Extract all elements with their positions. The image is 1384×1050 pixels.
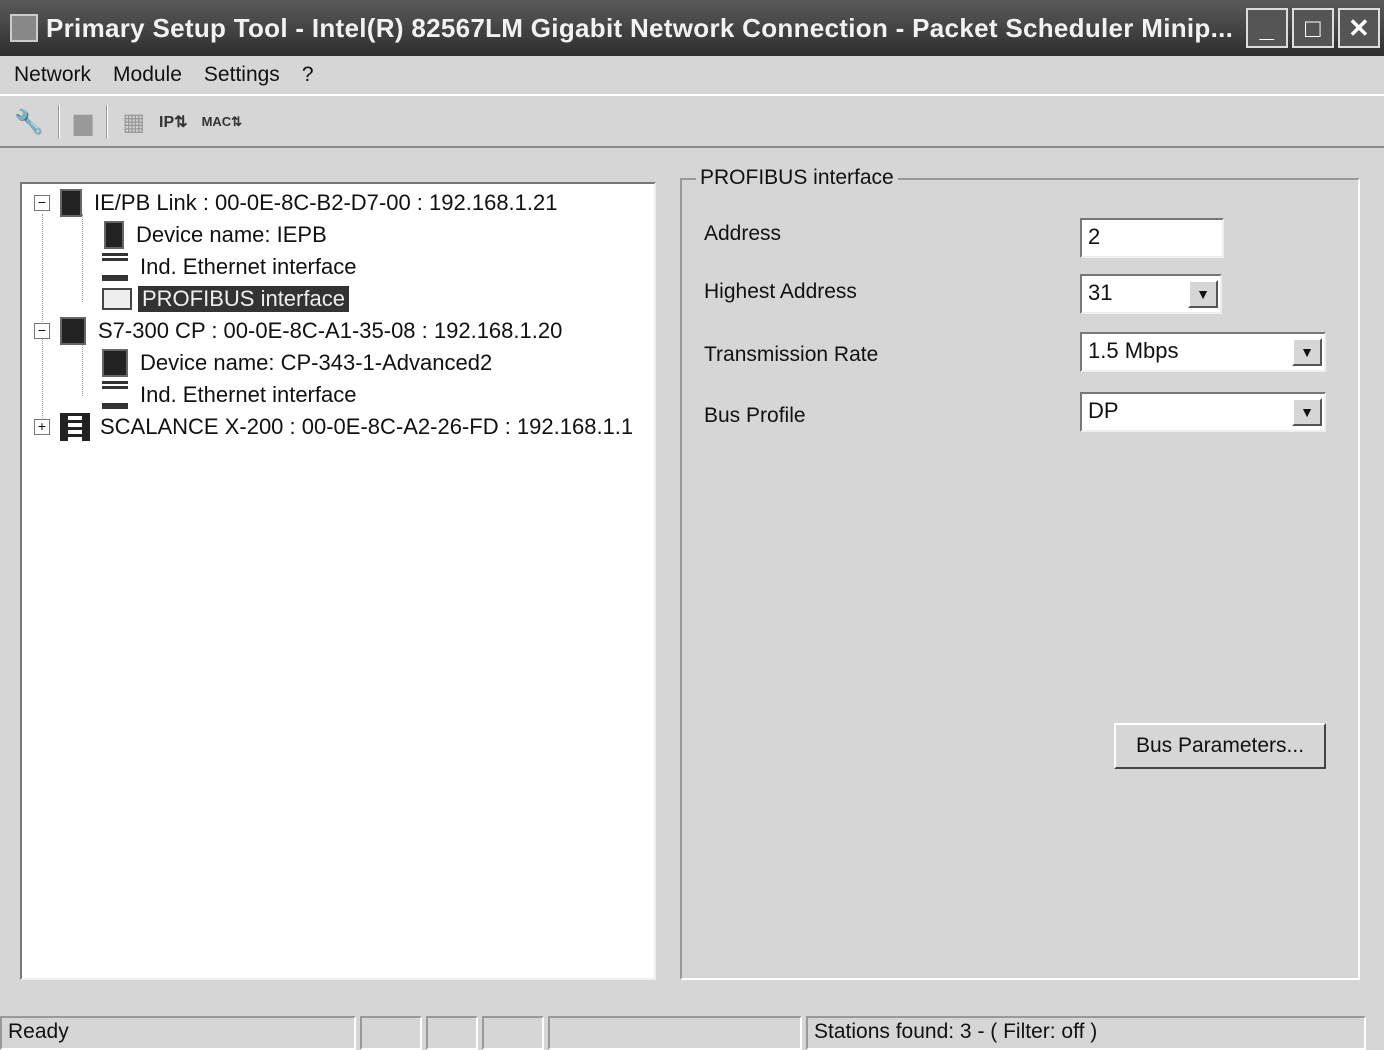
device-icon [102,349,128,377]
network-icon [102,253,128,281]
menu-module[interactable]: Module [113,63,182,87]
maximize-button[interactable]: □ [1292,8,1334,48]
tree-item-label: Ind. Ethernet interface [140,254,357,279]
status-pane [482,1016,544,1050]
tree-item-label: PROFIBUS interface [138,286,349,312]
status-bar: Ready Stations found: 3 - ( Filter: off … [0,1016,1384,1050]
profibus-interface-group: PROFIBUS interface Address 2 Highest Add… [680,166,1360,980]
ip-sort-icon[interactable]: IP⇅ [159,112,188,132]
toolbar-separator [57,105,60,139]
collapse-icon[interactable]: − [34,195,50,211]
highest-address-label: Highest Address [704,280,857,303]
menu-settings[interactable]: Settings [204,63,280,87]
tree-item-scalance[interactable]: + SCALANCE X-200 : 00-0E-8C-A2-26-FD : 1… [34,412,633,442]
tree-item-iepb-link[interactable]: − IE/PB Link : 00-0E-8C-B2-D7-00 : 192.1… [34,188,557,218]
status-pane [360,1016,422,1050]
folder-icon [102,288,132,310]
tree-item-label: Ind. Ethernet interface [140,382,357,407]
minimize-button[interactable]: _ [1246,8,1288,48]
app-icon [10,14,38,42]
status-stations-found: Stations found: 3 - ( Filter: off ) [806,1016,1366,1050]
tree-item-label: S7-300 CP : 00-0E-8C-A1-35-08 : 192.168.… [98,318,563,343]
chevron-down-icon[interactable]: ▼ [1188,280,1218,308]
menu-network[interactable]: Network [14,63,91,87]
bus-profile-select[interactable]: DP ▼ [1080,392,1326,432]
tree-item-profibus-interface[interactable]: PROFIBUS interface [102,284,349,314]
status-pane [548,1016,802,1050]
tree-item-device-name[interactable]: Device name: IEPB [104,220,327,250]
device-icon [60,317,86,345]
tree-item-device-name[interactable]: Device name: CP-343-1-Advanced2 [102,348,492,378]
transmission-rate-value: 1.5 Mbps [1088,338,1179,363]
switch-icon [60,413,90,441]
address-label: Address [704,222,782,245]
bus-parameters-button[interactable]: Bus Parameters... [1114,723,1326,769]
chevron-down-icon[interactable]: ▼ [1292,398,1322,426]
toolbar: 🔧 ▆ ▦ IP⇅ MAC⇅ [0,98,1384,148]
group-title: PROFIBUS interface [696,166,898,190]
status-ready: Ready [0,1016,356,1050]
device-icon [60,189,82,217]
chevron-down-icon[interactable]: ▼ [1292,338,1322,366]
device-tree[interactable]: − IE/PB Link : 00-0E-8C-B2-D7-00 : 192.1… [20,182,656,980]
bus-profile-label: Bus Profile [704,404,806,427]
highest-address-select[interactable]: 31 ▼ [1080,274,1222,314]
expand-icon[interactable]: + [34,419,50,435]
close-button[interactable]: ✕ [1338,8,1380,48]
tree-item-label: Device name: CP-343-1-Advanced2 [140,350,493,375]
address-input[interactable]: 2 [1080,218,1224,258]
properties-wrench-icon[interactable]: 🔧 [14,108,44,137]
tree-item-label: IE/PB Link : 00-0E-8C-B2-D7-00 : 192.168… [94,190,558,215]
collapse-icon[interactable]: − [34,323,50,339]
transmission-rate-label: Transmission Rate [704,343,879,366]
download-icon[interactable]: ▆ [74,108,92,137]
tree-item-label: Device name: IEPB [136,222,327,247]
network-icon [102,381,128,409]
window-title: Primary Setup Tool - Intel(R) 82567LM Gi… [46,12,1234,43]
device-icon [104,221,124,249]
tree-item-s7-300-cp[interactable]: − S7-300 CP : 00-0E-8C-A1-35-08 : 192.16… [34,316,562,346]
transmission-rate-select[interactable]: 1.5 Mbps ▼ [1080,332,1326,372]
mac-sort-icon[interactable]: MAC⇅ [202,114,243,130]
status-pane [426,1016,478,1050]
tree-item-label: SCALANCE X-200 : 00-0E-8C-A2-26-FD : 192… [100,414,634,439]
bus-profile-value: DP [1088,398,1119,423]
module-icon[interactable]: ▦ [122,108,145,137]
menu-bar: Network Module Settings ? [0,56,1384,96]
highest-address-value: 31 [1088,280,1113,305]
menu-help[interactable]: ? [302,63,314,87]
tree-item-ethernet-interface[interactable]: Ind. Ethernet interface [102,380,356,410]
toolbar-separator [106,105,109,139]
title-bar: Primary Setup Tool - Intel(R) 82567LM Gi… [0,0,1384,56]
tree-item-ethernet-interface[interactable]: Ind. Ethernet interface [102,252,356,282]
